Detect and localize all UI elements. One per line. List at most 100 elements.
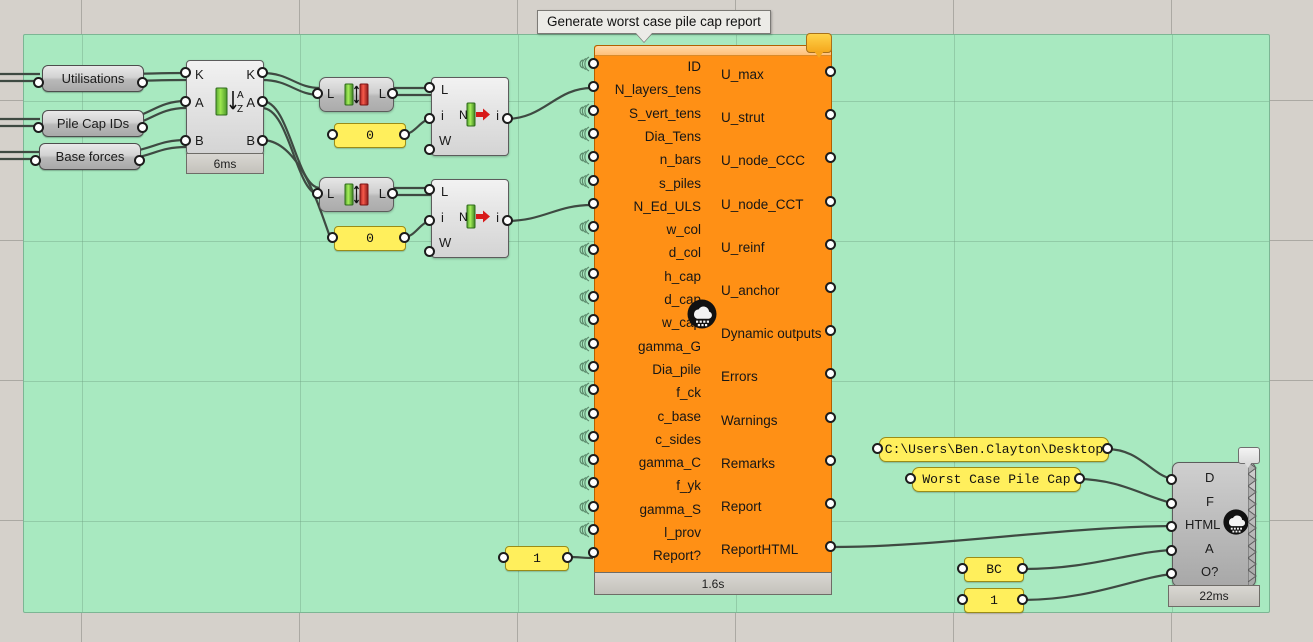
main-output-grip-warnings[interactable] <box>825 411 836 423</box>
bc-panel-input-grip[interactable] <box>957 563 968 574</box>
length-input-label: L <box>327 86 335 101</box>
input-label-s-vert-tens: S_vert_tens <box>628 105 701 121</box>
main-input-grip-id[interactable] <box>588 58 599 69</box>
input-label-n-layers-tens: N_layers_tens <box>614 82 701 98</box>
item-input-grip-w[interactable] <box>424 144 435 155</box>
param-pile-cap-ids[interactable]: Pile Cap IDs <box>42 110 144 137</box>
length-output-grip[interactable] <box>387 88 398 99</box>
overwrite-panel-input-grip[interactable] <box>957 594 968 605</box>
item-input-grip-l[interactable] <box>424 184 435 195</box>
main-output-grip-u-node-cct[interactable] <box>825 195 836 207</box>
input-label-gamma-c: gamma_C <box>638 455 701 471</box>
overwrite-panel[interactable]: 1 <box>964 588 1024 613</box>
param-output-grip[interactable] <box>137 122 148 133</box>
length-input-grip[interactable] <box>312 188 323 199</box>
pile-cap-report-component[interactable]: ID N_layers_tens S_vert_tens Dia_Tens n_bars… <box>594 45 832 574</box>
main-input-grip-n-ed-uls[interactable] <box>588 197 599 209</box>
report-flag-value: 1 <box>533 551 541 566</box>
folder-path-output-grip[interactable] <box>1102 443 1113 454</box>
main-output-grip-u-anchor[interactable] <box>825 282 836 293</box>
list-item-icon: N <box>459 102 490 127</box>
file-name-output-grip[interactable] <box>1074 473 1085 484</box>
list-item-bottom[interactable]: L i W i N <box>431 179 509 258</box>
input-label-d-cap: d_cap <box>664 292 701 307</box>
main-output-grip-u-reinf[interactable] <box>825 238 836 250</box>
main-input-grip-l-prov[interactable] <box>588 524 599 535</box>
writer-input-label-f: F <box>1206 494 1214 509</box>
control-toggle-icon[interactable] <box>1238 447 1260 468</box>
report-flag-panel[interactable]: 1 <box>505 546 569 571</box>
folder-path-input-grip[interactable] <box>872 443 883 454</box>
message-balloon-icon[interactable] <box>806 33 832 58</box>
item-input-grip-l[interactable] <box>424 82 435 93</box>
main-input-grip-c-sides[interactable] <box>588 430 599 442</box>
overwrite-panel-output-grip[interactable] <box>1017 594 1028 605</box>
param-base-forces[interactable]: Base forces <box>39 143 141 170</box>
param-output-grip[interactable] <box>134 155 145 166</box>
main-input-grip-s-vert-tens[interactable] <box>588 104 599 116</box>
item-input-grip-w[interactable] <box>424 246 435 257</box>
input-label-gamma-s: gamma_S <box>639 501 701 517</box>
main-input-grip-h-cap[interactable] <box>588 267 599 279</box>
tooltip-generate-report: Generate worst case pile cap report <box>537 10 771 43</box>
main-output-grip-remarks[interactable] <box>825 454 836 466</box>
list-length-top[interactable]: L L <box>319 77 394 112</box>
index-panel-top[interactable]: 0 <box>334 123 406 148</box>
main-input-grip-d-cap[interactable] <box>588 291 599 302</box>
index-panel-output-grip[interactable] <box>399 129 410 140</box>
sort-timer: 6ms <box>186 153 264 174</box>
param-input-grip[interactable] <box>33 122 44 133</box>
param-utilisations[interactable]: Utilisations <box>42 65 144 92</box>
item-output-grip-i[interactable] <box>502 113 513 124</box>
index-panel-input-grip[interactable] <box>327 129 338 140</box>
param-output-grip[interactable] <box>137 77 148 88</box>
file-name-input-grip[interactable] <box>905 473 916 484</box>
sort-input-grip-k[interactable] <box>180 67 191 78</box>
main-input-grip-s-piles[interactable] <box>588 174 599 186</box>
index-panel-bottom[interactable]: 0 <box>334 226 406 251</box>
bc-panel-output-grip[interactable] <box>1017 563 1028 574</box>
file-name-panel[interactable]: Worst Case Pile Cap <box>912 467 1081 492</box>
writer-input-grip-html[interactable] <box>1166 521 1177 532</box>
item-input-grip-i[interactable] <box>424 215 435 226</box>
main-input-grip-dia-pile[interactable] <box>588 360 599 372</box>
sort-input-label-b: B <box>195 133 204 148</box>
html-file-writer-component[interactable]: D F HTML A O? <box>1172 462 1256 587</box>
sort-input-grip-b[interactable] <box>180 135 191 146</box>
cloud-compute-icon <box>1223 509 1249 535</box>
main-input-grip-gamma-g[interactable] <box>588 337 599 349</box>
index-panel-bottom-value: 0 <box>366 231 374 246</box>
sort-output-grip-a[interactable] <box>257 96 268 107</box>
folder-path-panel[interactable]: C:\Users\Ben.Clayton\Desktop <box>879 437 1109 462</box>
sort-output-grip-k[interactable] <box>257 67 268 78</box>
param-input-grip[interactable] <box>33 77 44 88</box>
bc-panel[interactable]: BC <box>964 557 1024 582</box>
sort-input-grip-a[interactable] <box>180 96 191 107</box>
sort-output-grip-b[interactable] <box>257 135 268 146</box>
main-output-grip-u-max[interactable] <box>825 66 836 77</box>
main-output-grip-report[interactable] <box>825 498 836 509</box>
list-item-top[interactable]: L i W i N <box>431 77 509 156</box>
writer-input-label-d: D <box>1205 470 1215 485</box>
length-output-grip[interactable] <box>387 188 398 199</box>
length-input-grip[interactable] <box>312 88 323 99</box>
item-input-grip-i[interactable] <box>424 113 435 124</box>
report-flag-output-grip[interactable] <box>562 552 573 563</box>
writer-input-grip-d[interactable] <box>1166 474 1177 485</box>
svg-text:N: N <box>459 108 468 122</box>
index-panel-input-grip[interactable] <box>327 232 338 243</box>
item-output-grip-i[interactable] <box>502 215 513 226</box>
main-input-grip-c-base[interactable] <box>588 407 599 419</box>
main-input-grip-gamma-s[interactable] <box>588 500 599 512</box>
list-length-bottom[interactable]: L L <box>319 177 394 212</box>
svg-text:N: N <box>459 210 468 224</box>
index-panel-output-grip[interactable] <box>399 232 410 243</box>
param-input-grip[interactable] <box>30 155 41 166</box>
writer-input-grip-a[interactable] <box>1166 545 1177 556</box>
sort-timer-label: 6ms <box>213 156 237 171</box>
writer-input-grip-f[interactable] <box>1166 498 1177 509</box>
report-flag-input-grip[interactable] <box>498 552 509 563</box>
main-input-grip-dia-tens[interactable] <box>588 127 599 139</box>
sort-list-component[interactable]: K A B K A B A Z <box>186 60 264 155</box>
writer-input-grip-o[interactable] <box>1166 568 1177 579</box>
